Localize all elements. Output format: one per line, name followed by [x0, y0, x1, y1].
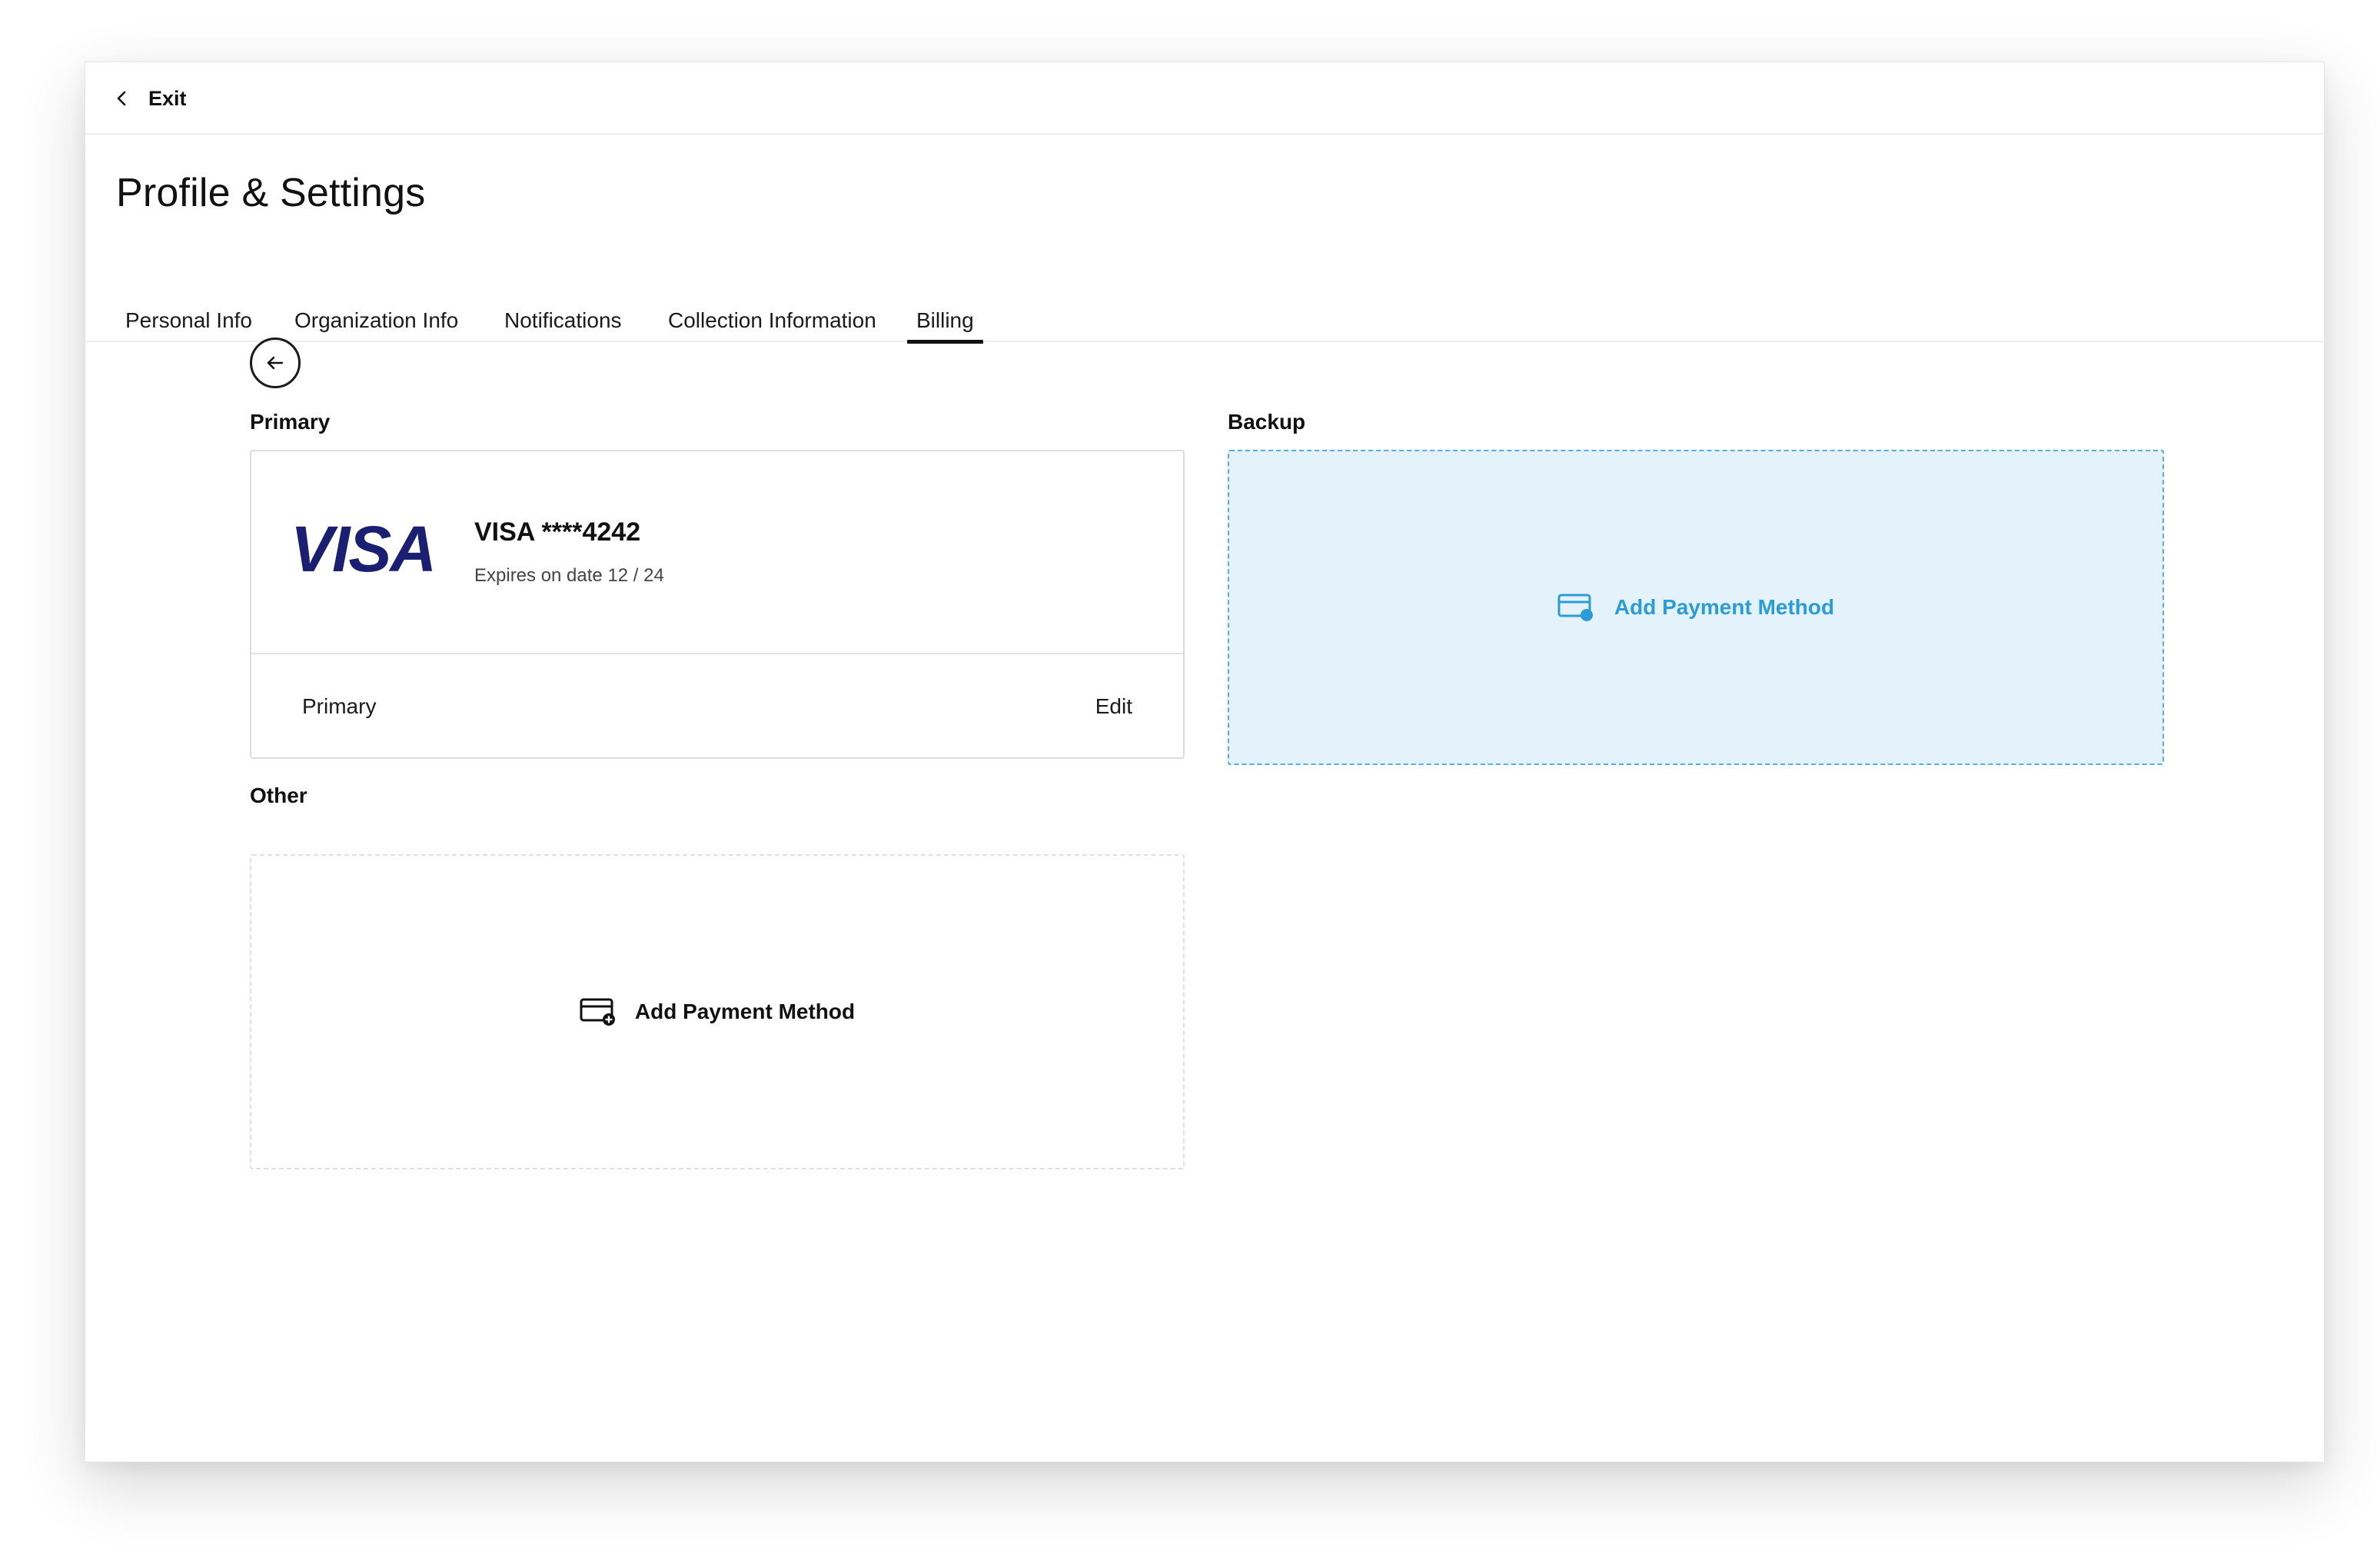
edit-card-button[interactable]: Edit	[1095, 694, 1132, 719]
card-expiry: Expires on date 12 / 24	[474, 565, 664, 586]
add-card-icon	[1557, 594, 1593, 621]
tab-notifications[interactable]: Notifications	[504, 308, 622, 333]
backup-section-label: Backup	[1228, 410, 1306, 434]
other-section-label: Other	[250, 783, 307, 807]
tab-billing[interactable]: Billing	[907, 308, 983, 344]
visa-logo: VISA	[291, 517, 437, 580]
visa-logo-text: VISA	[291, 517, 435, 580]
tab-personal-info[interactable]: Personal Info	[125, 308, 252, 333]
page-title: Profile & Settings	[116, 171, 426, 215]
chevron-left-icon	[117, 91, 126, 106]
exit-label: Exit	[148, 86, 187, 110]
exit-button[interactable]: Exit	[113, 82, 187, 115]
card-details: VISA VISA ****4242 Expires on date 12 / …	[251, 451, 1183, 654]
arrow-left-icon	[267, 356, 284, 370]
add-backup-payment-button[interactable]: Add Payment Method	[1228, 450, 2164, 765]
add-other-payment-label: Add Payment Method	[634, 1000, 856, 1023]
primary-payment-card: VISA VISA ****4242 Expires on date 12 / …	[250, 450, 1185, 759]
add-other-payment-button[interactable]: Add Payment Method	[250, 854, 1185, 1169]
tab-organization-info[interactable]: Organization Info	[294, 308, 458, 333]
settings-tabs: Personal Info Organization Info Notifica…	[85, 291, 2324, 344]
add-card-icon	[580, 998, 615, 1026]
top-bar: Exit	[85, 62, 2324, 135]
back-button[interactable]	[250, 338, 301, 388]
tab-collection-information[interactable]: Collection Information	[668, 308, 876, 333]
card-number: VISA ****4242	[474, 517, 641, 547]
primary-section-label: Primary	[250, 410, 331, 434]
settings-window: Exit Profile & Settings Personal Info Or…	[85, 62, 2325, 1462]
card-status-label: Primary	[302, 694, 377, 718]
add-backup-payment-label: Add Payment Method	[1614, 595, 1835, 619]
